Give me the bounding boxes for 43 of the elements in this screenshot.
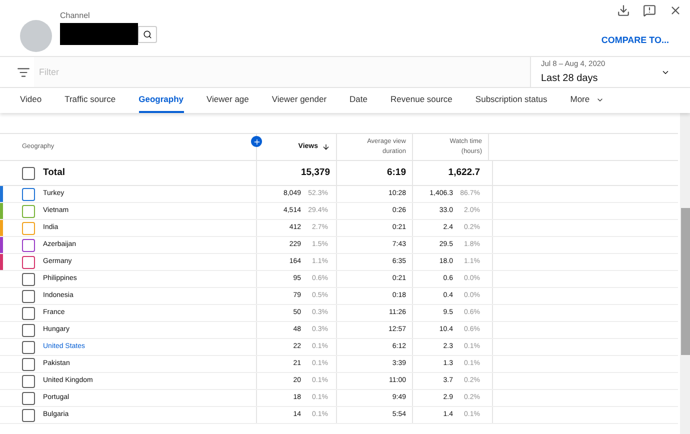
filter-field[interactable]: Filter <box>34 57 530 87</box>
avatar <box>20 20 52 52</box>
checkbox[interactable] <box>22 256 35 268</box>
checkbox[interactable] <box>22 222 35 234</box>
tab[interactable]: More <box>570 88 604 113</box>
total-views: 15,379 <box>300 166 330 180</box>
tab[interactable]: Video <box>20 88 42 113</box>
compare-button[interactable]: COMPARE TO... <box>601 34 669 48</box>
search-icon <box>143 30 152 38</box>
date-preset: Last 28 days <box>541 72 598 86</box>
close-icon[interactable] <box>669 4 682 17</box>
checkbox[interactable] <box>22 204 35 218</box>
add-column-button[interactable] <box>251 136 262 147</box>
scrollbar-thumb[interactable] <box>681 208 690 355</box>
checkbox[interactable] <box>22 408 35 422</box>
checkbox[interactable] <box>22 340 35 354</box>
checkbox[interactable] <box>22 166 35 180</box>
plus-icon <box>252 138 260 146</box>
tab[interactable]: Viewer gender <box>272 88 327 113</box>
checkbox[interactable] <box>22 188 35 200</box>
total-label: Total <box>43 166 65 180</box>
checkbox[interactable] <box>22 324 35 336</box>
tab[interactable]: Viewer age <box>206 88 249 113</box>
tab[interactable]: Date <box>350 88 368 113</box>
filter-icon[interactable] <box>17 66 30 78</box>
checkbox[interactable] <box>22 306 35 320</box>
checkbox[interactable] <box>22 358 35 370</box>
tab[interactable]: Traffic source <box>64 88 116 113</box>
tab[interactable]: Revenue source <box>390 88 452 113</box>
total-duration: 6:19 <box>386 166 406 180</box>
checkbox[interactable] <box>22 290 35 302</box>
download-icon[interactable] <box>617 4 630 17</box>
checkbox[interactable] <box>22 392 35 404</box>
search-button[interactable] <box>138 26 157 42</box>
tab[interactable]: Subscription status <box>475 88 548 113</box>
total-watch-time: 1,622.7 <box>448 166 480 180</box>
tab[interactable]: Geography <box>138 88 184 113</box>
sort-arrow-icon <box>322 143 330 151</box>
checkbox[interactable] <box>22 272 35 286</box>
checkbox[interactable] <box>22 238 35 252</box>
channel-label: Channel <box>60 10 91 22</box>
checkbox[interactable] <box>22 374 35 388</box>
feedback-icon[interactable] <box>643 4 656 17</box>
